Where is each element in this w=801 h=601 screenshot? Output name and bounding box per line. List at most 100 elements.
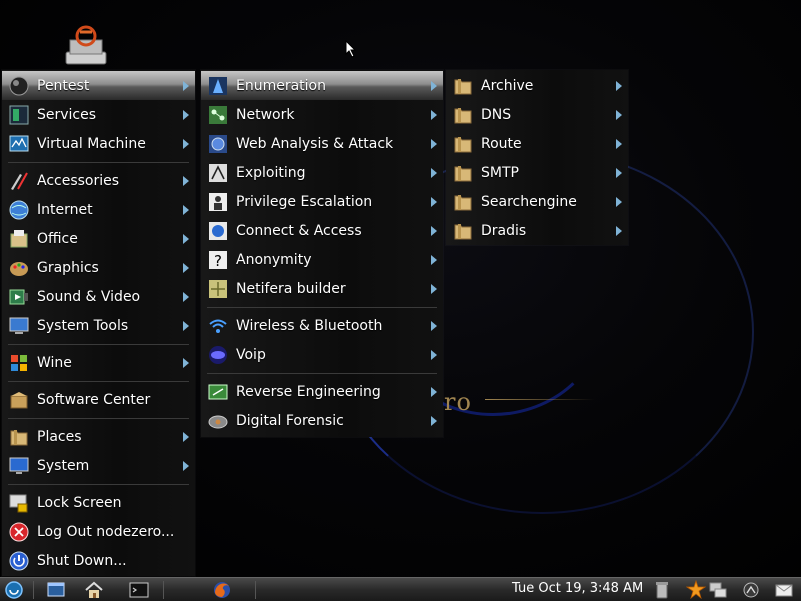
menu-item-anonymity[interactable]: ? Anonymity bbox=[201, 245, 443, 274]
submenu-arrow-icon bbox=[431, 415, 443, 426]
system-monitor-icon bbox=[7, 454, 31, 478]
trash-can-icon[interactable] bbox=[652, 580, 672, 600]
menu-item-digital-forensic[interactable]: Digital Forensic bbox=[201, 406, 443, 435]
submenu-arrow-icon bbox=[431, 196, 443, 207]
submenu-arrow-icon bbox=[183, 460, 195, 471]
submenu-arrow-icon bbox=[616, 80, 628, 91]
connect-access-icon bbox=[206, 219, 230, 243]
firefox-icon[interactable] bbox=[212, 580, 232, 600]
places-folder-icon bbox=[7, 425, 31, 449]
menu-item-label: Exploiting bbox=[236, 164, 306, 181]
menu-item-connect-and-access[interactable]: Connect & Access bbox=[201, 216, 443, 245]
menu-item-label: Pentest bbox=[37, 77, 90, 94]
submenu-arrow-icon bbox=[431, 349, 443, 360]
submenu-arrow-icon bbox=[431, 80, 443, 91]
desktop-trash-icon[interactable] bbox=[62, 22, 110, 68]
menu-item-label: Network bbox=[236, 106, 295, 123]
submenu-arrow-icon bbox=[431, 225, 443, 236]
menu-item-label: Netifera builder bbox=[236, 280, 346, 297]
pentest-submenu: Enumeration Network Web Analysis & Attack E… bbox=[201, 70, 443, 437]
menu-item-label: Software Center bbox=[37, 391, 151, 408]
menu-item-netifera-builder[interactable]: Netifera builder bbox=[201, 274, 443, 303]
menu-item-enumeration[interactable]: Enumeration bbox=[201, 71, 443, 100]
menu-item-label: Anonymity bbox=[236, 251, 312, 268]
menu-item-smtp[interactable]: SMTP bbox=[446, 158, 628, 187]
system-tools-icon bbox=[7, 314, 31, 338]
submenu-arrow-icon bbox=[183, 431, 195, 442]
menu-item-route[interactable]: Route bbox=[446, 129, 628, 158]
home-folder-icon[interactable] bbox=[84, 580, 104, 600]
terminal-icon[interactable] bbox=[129, 580, 149, 600]
submenu-arrow-icon bbox=[431, 283, 443, 294]
menu-item-system-tools[interactable]: System Tools bbox=[2, 311, 195, 340]
menu-item-label: Log Out nodezero... bbox=[37, 523, 175, 540]
menu-item-log-out-nodezero[interactable]: Log Out nodezero... bbox=[2, 517, 195, 546]
mouse-cursor-icon bbox=[345, 40, 357, 58]
mail-icon[interactable] bbox=[774, 580, 794, 600]
submenu-arrow-icon bbox=[183, 109, 195, 120]
taskbar-divider bbox=[33, 581, 34, 599]
voip-icon bbox=[206, 343, 230, 367]
menu-item-web-analysis-and-attack[interactable]: Web Analysis & Attack bbox=[201, 129, 443, 158]
menu-item-label: Archive bbox=[481, 77, 534, 94]
menu-item-sound-and-video[interactable]: Sound & Video bbox=[2, 282, 195, 311]
menu-item-lock-screen[interactable]: Lock Screen bbox=[2, 488, 195, 517]
enumeration-submenu: Archive DNS Route SMTP Searchengine Dradis bbox=[446, 70, 628, 245]
menu-item-archive[interactable]: Archive bbox=[446, 71, 628, 100]
submenu-arrow-icon bbox=[183, 204, 195, 215]
update-notifier-icon[interactable] bbox=[686, 580, 706, 600]
start-menu-icon[interactable] bbox=[4, 580, 24, 600]
show-desktop-icon[interactable] bbox=[46, 580, 66, 600]
wireless-icon bbox=[206, 314, 230, 338]
menu-item-privilege-escalation[interactable]: Privilege Escalation bbox=[201, 187, 443, 216]
menu-item-voip[interactable]: Voip bbox=[201, 340, 443, 369]
menu-item-reverse-engineering[interactable]: Reverse Engineering bbox=[201, 377, 443, 406]
taskbar: Tue Oct 19, 3:48 AM bbox=[0, 577, 801, 601]
web-analysis-icon bbox=[206, 132, 230, 156]
menu-item-wireless-and-bluetooth[interactable]: Wireless & Bluetooth bbox=[201, 311, 443, 340]
menu-item-services[interactable]: Services bbox=[2, 100, 195, 129]
enumeration-icon bbox=[206, 74, 230, 98]
menu-item-label: Wireless & Bluetooth bbox=[236, 317, 383, 334]
volume-icon[interactable] bbox=[741, 580, 761, 600]
menu-item-dns[interactable]: DNS bbox=[446, 100, 628, 129]
sound-video-icon bbox=[7, 285, 31, 309]
menu-item-label: Virtual Machine bbox=[37, 135, 146, 152]
menu-item-dradis[interactable]: Dradis bbox=[446, 216, 628, 245]
network-manager-icon[interactable] bbox=[708, 580, 728, 600]
menu-separator bbox=[8, 344, 189, 345]
anonymity-icon: ? bbox=[206, 248, 230, 272]
menu-item-label: Lock Screen bbox=[37, 494, 122, 511]
submenu-arrow-icon bbox=[183, 175, 195, 186]
menu-item-exploiting[interactable]: Exploiting bbox=[201, 158, 443, 187]
menu-item-software-center[interactable]: Software Center bbox=[2, 385, 195, 414]
submenu-arrow-icon bbox=[431, 167, 443, 178]
menu-item-label: Wine bbox=[37, 354, 72, 371]
shut-down-icon bbox=[7, 549, 31, 573]
submenu-arrow-icon bbox=[183, 80, 195, 91]
menu-item-shut-down[interactable]: Shut Down... bbox=[2, 546, 195, 575]
menu-separator bbox=[207, 307, 437, 308]
pentest-icon bbox=[7, 74, 31, 98]
services-icon bbox=[7, 103, 31, 127]
digital-forensic-icon bbox=[206, 409, 230, 433]
menu-item-virtual-machine[interactable]: Virtual Machine bbox=[2, 129, 195, 158]
menu-separator bbox=[8, 418, 189, 419]
menu-separator bbox=[8, 381, 189, 382]
virtual-machine-icon bbox=[7, 132, 31, 156]
menu-item-wine[interactable]: Wine bbox=[2, 348, 195, 377]
menu-item-system[interactable]: System bbox=[2, 451, 195, 480]
menu-item-office[interactable]: Office bbox=[2, 224, 195, 253]
taskbar-clock[interactable]: Tue Oct 19, 3:48 AM bbox=[512, 581, 643, 596]
menu-item-label: Digital Forensic bbox=[236, 412, 344, 429]
menu-item-pentest[interactable]: Pentest bbox=[2, 71, 195, 100]
lock-screen-icon bbox=[7, 491, 31, 515]
menu-item-label: Internet bbox=[37, 201, 93, 218]
menu-item-accessories[interactable]: Accessories bbox=[2, 166, 195, 195]
menu-item-label: Searchengine bbox=[481, 193, 577, 210]
menu-item-network[interactable]: Network bbox=[201, 100, 443, 129]
menu-item-places[interactable]: Places bbox=[2, 422, 195, 451]
menu-item-graphics[interactable]: Graphics bbox=[2, 253, 195, 282]
menu-item-internet[interactable]: Internet bbox=[2, 195, 195, 224]
menu-item-searchengine[interactable]: Searchengine bbox=[446, 187, 628, 216]
